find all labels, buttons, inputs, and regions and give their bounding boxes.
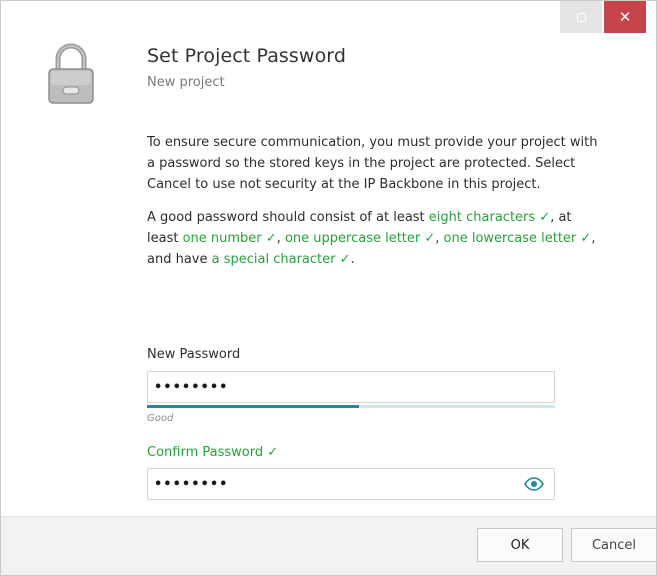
restore-icon [576,12,586,22]
req-one-number: one number ✓ [182,231,277,246]
new-password-input[interactable]: •••••••• [147,371,555,403]
confirm-password-value: •••••••• [154,476,229,492]
dialog-header: Set Project Password New project [147,45,346,90]
close-icon: ✕ [618,8,632,26]
confirm-password-input[interactable]: •••••••• [147,468,555,500]
ok-button[interactable]: OK [477,528,563,562]
titlebar-buttons: ✕ [560,1,646,33]
dialog-subtitle: New project [147,75,225,90]
confirm-password-label: Confirm Password ✓ [147,445,279,460]
dialog-footer: OK Cancel [1,516,657,575]
req-sep3: , [435,231,444,246]
req-special-character: a special character ✓ [211,252,351,267]
dialog-content: To ensure secure communication, you must… [147,132,607,282]
eye-icon[interactable] [524,477,544,491]
cancel-button[interactable]: Cancel [571,528,657,562]
new-password-label: New Password [147,347,241,362]
close-button[interactable]: ✕ [604,1,646,33]
req-suffix: . [350,252,355,267]
dialog-window: ✕ Set Project Password New project To en… [0,0,657,576]
req-eight-characters: eight characters ✓ [428,210,551,225]
req-one-lowercase: one lowercase letter ✓ [443,231,592,246]
restore-button[interactable] [560,1,602,33]
req-sep2: , [276,231,285,246]
lock-icon [48,43,94,104]
requirements-text: A good password should consist of at lea… [147,207,607,270]
password-strength-meter [147,405,555,408]
new-password-value: •••••••• [154,379,229,395]
dialog-title: Set Project Password [147,45,347,67]
password-strength-fill [147,405,360,408]
req-prefix: A good password should consist of at lea… [147,210,429,225]
intro-text: To ensure secure communication, you must… [147,135,598,192]
password-strength-label: Good [147,413,174,424]
req-one-uppercase: one uppercase letter ✓ [284,231,436,246]
